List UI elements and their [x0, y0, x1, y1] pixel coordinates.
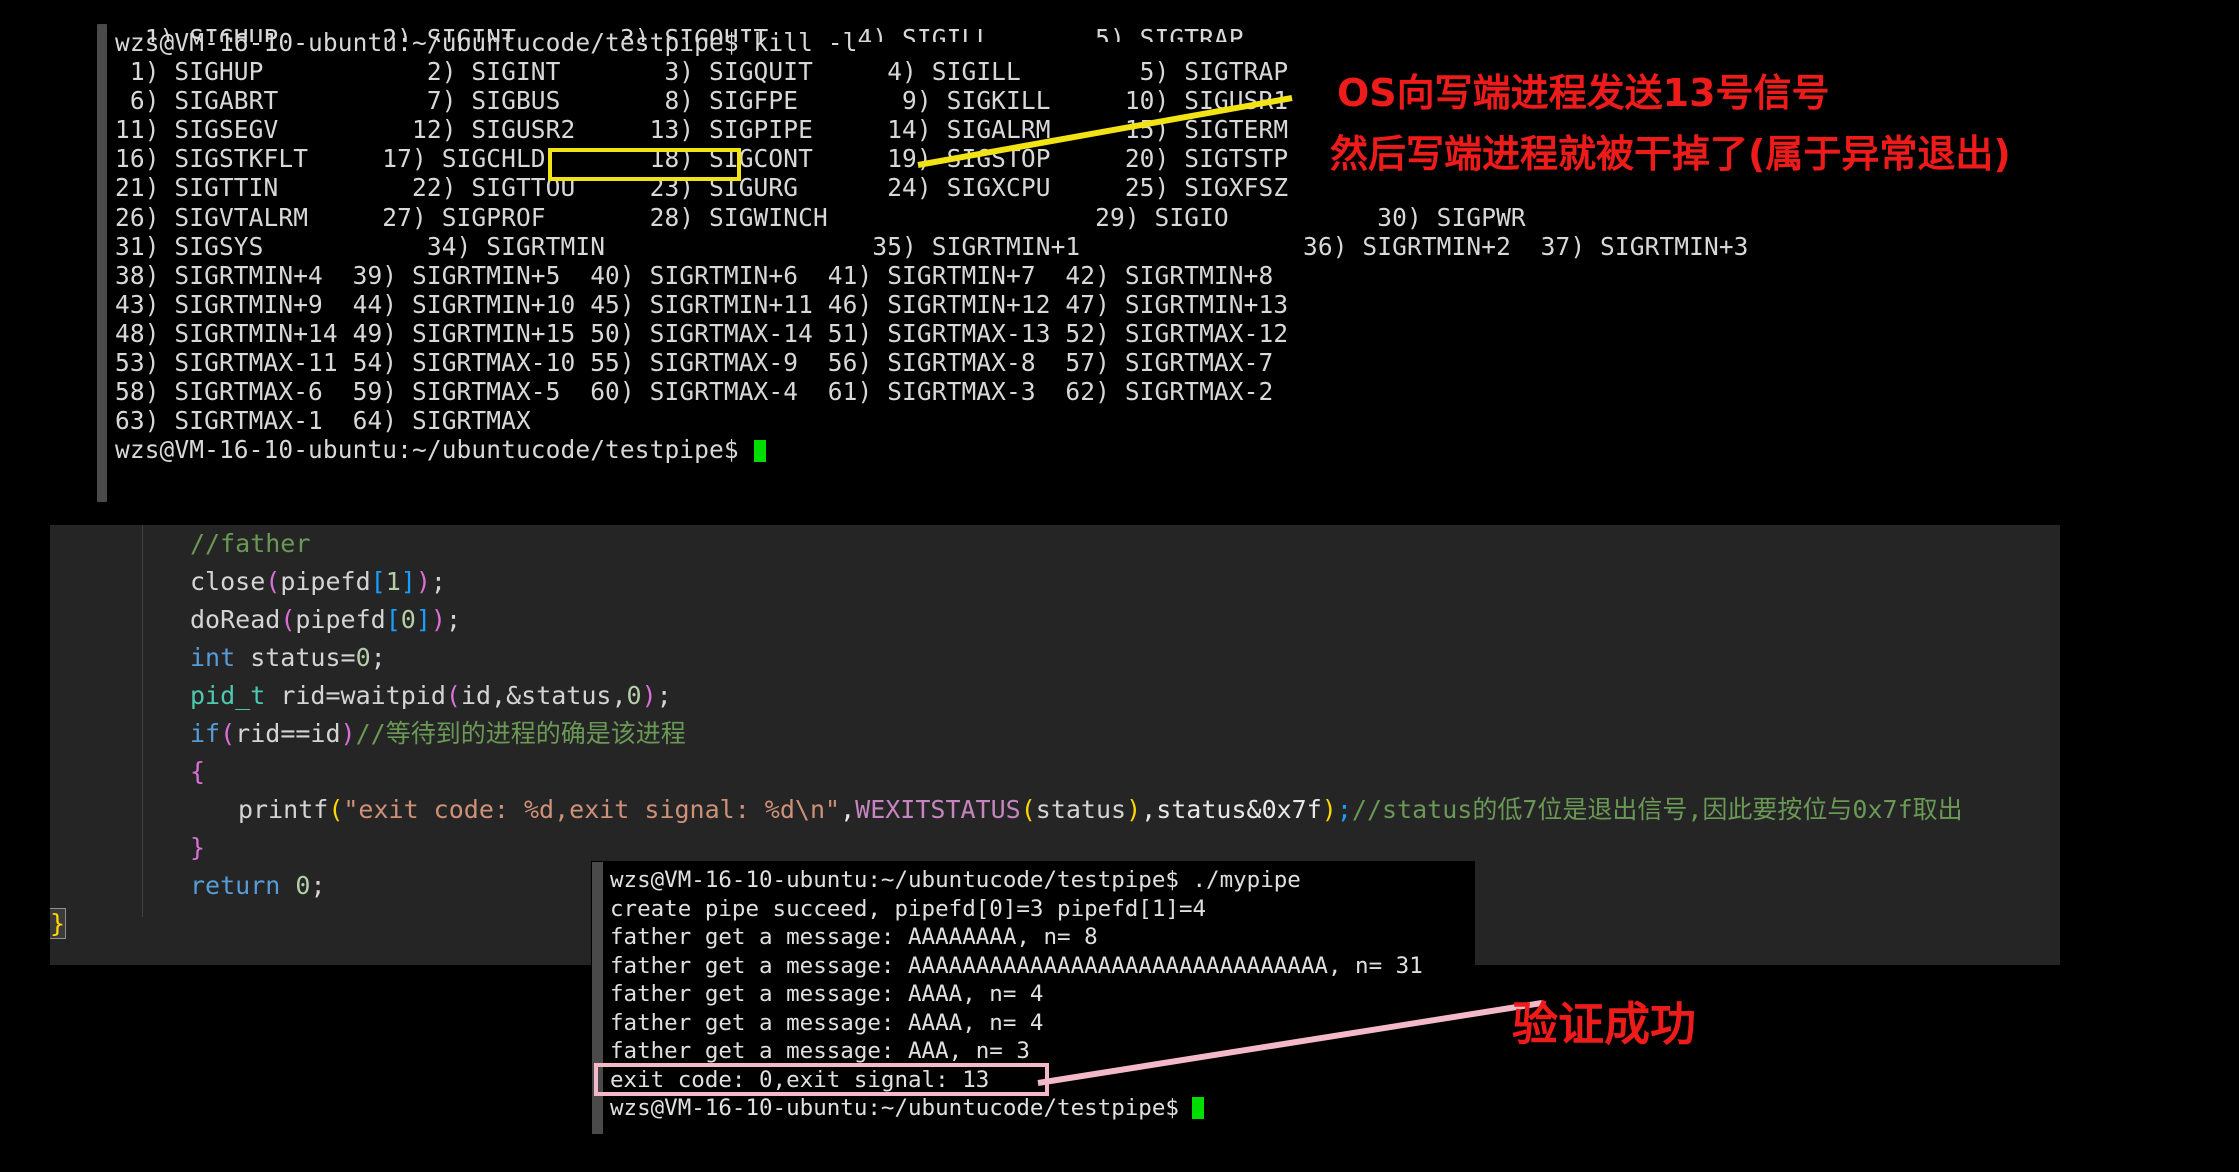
code-token: }	[50, 908, 67, 939]
code-token: [	[385, 605, 401, 634]
code-token: id,&status,	[460, 681, 627, 710]
code-token: //father	[190, 529, 311, 558]
terminal-top-line: 38) SIGRTMIN+4 39) SIGRTMIN+5 40) SIGRTM…	[115, 260, 1274, 290]
code-token: [	[370, 567, 386, 596]
code-token: }	[190, 833, 206, 862]
code-token: //status的低7位是退出信号,因此要按位与0x7f取出	[1351, 795, 1963, 824]
terminal-top-line: 43) SIGRTMIN+9 44) SIGRTMIN+10 45) SIGRT…	[115, 289, 1289, 319]
code-token: (	[328, 795, 344, 824]
terminal-bottom-line: create pipe succeed, pipefd[0]=3 pipefd[…	[610, 895, 1207, 922]
terminal-bottom-line: father get a message: AAAA, n= 4	[610, 1009, 1044, 1036]
code-line: int status=0;	[190, 639, 386, 677]
terminal-top-prompt: wzs@VM-16-10-ubuntu:~/ubuntucode/testpip…	[115, 435, 1749, 464]
code-line: }	[190, 829, 205, 867]
code-token: )	[340, 719, 356, 748]
code-token: ;	[445, 605, 461, 634]
code-line: pid_t rid=waitpid(id,&status,0);	[190, 677, 672, 715]
terminal-top-line: 48) SIGRTMIN+14 49) SIGRTMIN+15 50) SIGR…	[115, 318, 1289, 348]
terminal-top-prompt-text: wzs@VM-16-10-ubuntu:~/ubuntucode/testpip…	[115, 435, 754, 465]
code-token: rid=waitpid	[265, 681, 446, 710]
code-token: return	[190, 871, 281, 900]
code-token: ]	[415, 605, 431, 634]
code-token: ;	[310, 871, 326, 900]
code-token: (	[265, 567, 281, 596]
code-token: ;	[370, 643, 386, 672]
terminal-bottom-prompt-text: wzs@VM-16-10-ubuntu:~/ubuntucode/testpip…	[610, 1095, 1193, 1121]
code-token: 0	[295, 871, 311, 900]
code-token: ;	[1336, 795, 1352, 824]
code-token: ;	[656, 681, 672, 710]
terminal-top-line: 58) SIGRTMAX-6 59) SIGRTMAX-5 60) SIGRTM…	[115, 377, 1274, 407]
code-token: pid_t	[190, 681, 266, 710]
code-line: close(pipefd[1]);	[190, 563, 446, 601]
code-token: WEXITSTATUS	[855, 795, 1021, 824]
terminal-bottom-cursor	[1192, 1097, 1205, 1119]
code-token: status=	[235, 643, 356, 672]
code-token: pipefd	[295, 605, 386, 634]
code-token: status	[1035, 795, 1127, 824]
code-line: }	[50, 905, 67, 943]
code-token: (	[1020, 795, 1036, 824]
code-token: 0	[400, 605, 416, 634]
code-token: )	[430, 605, 446, 634]
annotation-process-killed: 然后写端进程就被干掉了(属于异常退出)	[1330, 132, 2011, 176]
terminal-bottom-line: father get a message: AAAA, n= 4	[610, 981, 1044, 1007]
code-token: )	[415, 567, 431, 596]
code-line: doRead(pipefd[0]);	[190, 601, 461, 639]
code-line: return 0;	[190, 867, 326, 905]
code-token: printf	[238, 795, 329, 824]
code-token: 0	[355, 643, 371, 672]
terminal-top-line: wzs@VM-16-10-ubuntu:~/ubuntucode/testpip…	[115, 28, 858, 57]
terminal-top-line: 63) SIGRTMAX-1 64) SIGRTMAX	[115, 406, 531, 436]
code-token: 0	[626, 681, 642, 710]
code-token: "exit code: %d,exit signal: %d\n"	[343, 795, 841, 824]
code-line: printf("exit code: %d,exit signal: %d\n"…	[238, 791, 1963, 829]
code-token: )	[1126, 795, 1142, 824]
code-token: )	[1321, 795, 1337, 824]
code-token: 1	[385, 567, 401, 596]
code-token: ;	[430, 567, 446, 596]
code-token: ,	[840, 795, 856, 824]
code-line: //father	[190, 525, 310, 563]
terminal-top-line: 31) SIGSYS 34) SIGRTMIN 35) SIGRTMIN+1 3…	[115, 231, 1749, 261]
code-token: (	[220, 719, 236, 748]
terminal-bottom-prompt: wzs@VM-16-10-ubuntu:~/ubuntucode/testpip…	[610, 1094, 1423, 1123]
terminal-top-line: 26) SIGVTALRM 27) SIGPROF 28) SIGWINCH 2…	[115, 202, 1526, 232]
sigpipe-highlight-box	[548, 148, 741, 181]
code-line: {	[190, 753, 205, 791]
terminal-top-line: 53) SIGRTMAX-11 54) SIGRTMAX-10 55) SIGR…	[115, 348, 1274, 378]
terminal-top-scrollbar[interactable]	[97, 24, 107, 502]
code-token: {	[190, 757, 206, 786]
code-token: doRead	[190, 605, 281, 634]
code-token: ,status&0x7f	[1141, 795, 1322, 824]
code-token: ]	[400, 567, 416, 596]
exit-code-highlight-box	[594, 1063, 1049, 1096]
code-token: (	[280, 605, 296, 634]
code-line: if(rid==id)//等待到的进程的确是该进程	[190, 715, 686, 753]
code-token: (	[445, 681, 461, 710]
terminal-bottom-line: father get a message: AAAAAAAA, n= 8	[610, 924, 1098, 950]
terminal-window-top[interactable]: 1) SIGHUP 2) SIGINT 3) SIGQUIT 4) SIGILL…	[0, 0, 2239, 520]
terminal-top-cursor	[753, 440, 766, 463]
terminal-bottom-line: father get a message: AAA, n= 3	[610, 1038, 1030, 1064]
terminal-bottom-line: wzs@VM-16-10-ubuntu:~/ubuntucode/testpip…	[610, 867, 1301, 893]
annotation-verify-success: 验证成功	[1512, 997, 1696, 1051]
code-token: int	[190, 643, 236, 672]
code-token: rid==id	[235, 719, 341, 748]
annotation-signal-sent: OS向写端进程发送13号信号	[1337, 71, 1830, 115]
terminal-bottom-line: father get a message: AAAAAAAAAAAAAAAAAA…	[610, 952, 1423, 979]
code-token: close	[190, 567, 266, 596]
code-token: pipefd	[280, 567, 371, 596]
editor-indent-guide	[142, 525, 143, 917]
code-token: if	[190, 719, 221, 748]
code-token: //等待到的进程的确是该进程	[355, 719, 686, 748]
code-token: )	[641, 681, 657, 710]
